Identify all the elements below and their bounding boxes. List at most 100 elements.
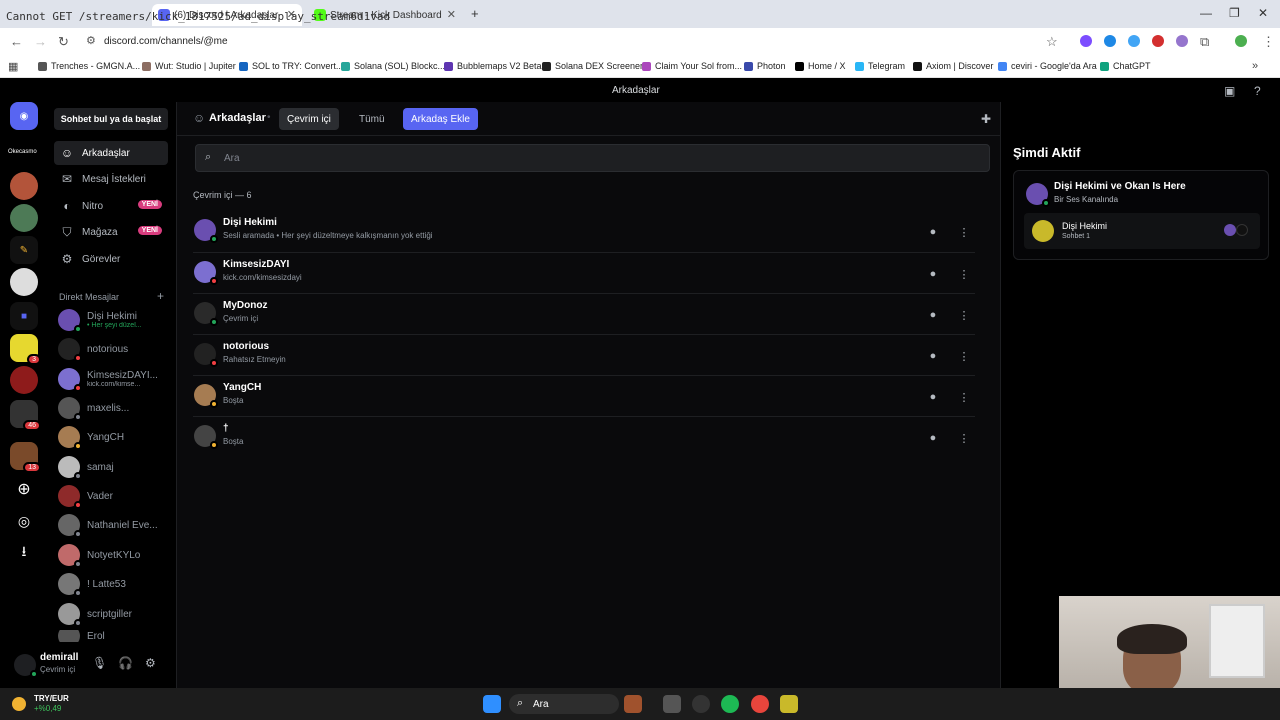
maximize-icon[interactable]: ❐ xyxy=(1229,6,1240,20)
extension-icon[interactable] xyxy=(1128,35,1140,47)
dm-item[interactable]: NotyetKYLo xyxy=(58,542,170,568)
windows-start-icon[interactable] xyxy=(483,695,501,713)
app-icon[interactable] xyxy=(780,695,798,713)
server-icon[interactable] xyxy=(10,204,38,232)
new-dm-plus-icon[interactable]: + xyxy=(157,289,164,303)
nav-quests[interactable]: ⚙ Görevler xyxy=(54,247,168,271)
friend-row[interactable]: YangCH Boşta ● ⋮ xyxy=(193,375,975,416)
minimize-icon[interactable]: — xyxy=(1200,6,1212,20)
dm-item[interactable]: YangCH xyxy=(58,424,170,450)
more-options-icon[interactable]: ⋮ xyxy=(953,345,975,367)
extensions-puzzle-icon[interactable]: ⧉ xyxy=(1200,34,1209,50)
friend-row[interactable]: notorious Rahatsız Etmeyin ● ⋮ xyxy=(193,334,975,375)
friend-row[interactable]: † Boşta ● ⋮ xyxy=(193,416,975,457)
message-bubble-icon[interactable]: ● xyxy=(922,263,944,285)
back-icon[interactable]: ← xyxy=(10,34,23,49)
menu-kebab-icon[interactable]: ⋮ xyxy=(1262,34,1275,50)
nav-nitro[interactable]: ◐ Nitro YENİ xyxy=(54,194,168,218)
close-tab-icon[interactable]: ✕ xyxy=(447,8,456,21)
apps-grid-icon[interactable]: ▦ xyxy=(8,60,18,73)
more-options-icon[interactable]: ⋮ xyxy=(953,386,975,408)
obs-icon[interactable] xyxy=(692,695,710,713)
find-conversation-button[interactable]: Sohbet bul ya da başlat xyxy=(54,108,168,130)
bookmark-star-icon[interactable]: ☆ xyxy=(1046,34,1058,50)
pencil-icon[interactable]: ✎ xyxy=(10,236,38,264)
spotify-icon[interactable] xyxy=(721,695,739,713)
voice-channel-box[interactable]: Dişi Hekimi Sohbet 1 xyxy=(1024,213,1260,249)
task-view-icon[interactable] xyxy=(663,695,681,713)
discover-compass-icon[interactable]: ◎ xyxy=(10,507,38,535)
headphones-icon[interactable]: 🎧 xyxy=(118,656,133,670)
bookmark-item[interactable]: SOL to TRY: Convert... xyxy=(239,61,343,71)
dm-item[interactable]: Vader xyxy=(58,483,170,509)
nav-message-requests[interactable]: ✉ Mesaj İstekleri xyxy=(54,167,168,191)
nav-friends[interactable]: ☺ Arkadaşlar xyxy=(54,141,168,165)
help-icon[interactable]: ? xyxy=(1254,84,1261,98)
dm-item[interactable]: Nathaniel Eve... xyxy=(58,512,170,538)
dm-item[interactable]: samaj xyxy=(58,454,170,480)
stock-widget-icon[interactable] xyxy=(12,697,26,711)
dm-item[interactable]: Erol xyxy=(58,630,170,642)
dm-item[interactable]: scriptgiller xyxy=(58,601,170,627)
profile-avatar[interactable] xyxy=(1235,35,1247,47)
bookmark-item[interactable]: ceviri - Google'da Ara xyxy=(998,61,1097,71)
new-tab-icon[interactable]: + xyxy=(471,6,479,21)
server-icon[interactable] xyxy=(10,172,38,200)
message-bubble-icon[interactable]: ● xyxy=(922,221,944,243)
add-friend-button[interactable]: Arkadaş Ekle xyxy=(403,108,478,130)
bookmark-item[interactable]: Home / X xyxy=(795,61,846,71)
message-bubble-icon[interactable]: ● xyxy=(922,345,944,367)
search-highlight-icon[interactable] xyxy=(624,695,642,713)
server-icon[interactable] xyxy=(10,366,38,394)
extension-icon[interactable] xyxy=(1152,35,1164,47)
taskbar-search[interactable]: ⌕ Ara xyxy=(509,694,619,714)
more-options-icon[interactable]: ⋮ xyxy=(953,304,975,326)
server-icon[interactable]: 13 xyxy=(10,442,41,473)
bookmark-item[interactable]: Bubblemaps V2 Beta xyxy=(444,61,542,71)
bookmark-item[interactable]: ChatGPT xyxy=(1100,61,1151,71)
nav-shop[interactable]: ⛉ Mağaza YENİ xyxy=(54,220,168,244)
forward-icon[interactable]: → xyxy=(34,34,47,49)
download-icon[interactable]: ⭳ xyxy=(10,539,38,567)
url-field[interactable]: discord.com/channels/@me xyxy=(104,36,228,47)
more-options-icon[interactable]: ⋮ xyxy=(953,427,975,449)
dm-item[interactable]: Dişi Hekimi • Her şeyi düzel... xyxy=(58,307,170,333)
new-group-dm-icon[interactable]: ✚ xyxy=(981,112,991,126)
avatar[interactable] xyxy=(14,654,38,678)
bookmark-item[interactable]: Photon xyxy=(744,61,786,71)
bookmark-item[interactable]: Solana (SOL) Blockc... xyxy=(341,61,445,71)
close-window-icon[interactable]: ✕ xyxy=(1258,6,1268,20)
home-discord-icon[interactable]: ◉ xyxy=(10,102,38,130)
bookmark-item[interactable]: Claim Your Sol from... xyxy=(642,61,742,71)
server-icon[interactable]: 3 xyxy=(10,334,41,365)
bookmark-item[interactable]: Solana DEX Screener xyxy=(542,61,643,71)
bookmark-item[interactable]: Axiom | Discover xyxy=(913,61,993,71)
extension-icon[interactable] xyxy=(1176,35,1188,47)
friend-row[interactable]: MyDonoz Çevrim içi ● ⋮ xyxy=(193,293,975,334)
server-icon[interactable] xyxy=(10,268,38,296)
more-options-icon[interactable]: ⋮ xyxy=(953,263,975,285)
friend-row[interactable]: KimsesizDAYI kick.com/kimsesizdayi ● ⋮ xyxy=(193,252,975,293)
message-bubble-icon[interactable]: ● xyxy=(922,304,944,326)
active-now-card[interactable]: Dişi Hekimi ve Okan Is Here Bir Ses Kana… xyxy=(1013,170,1269,260)
bookmark-item[interactable]: Wut: Studio | Jupiter xyxy=(142,61,236,71)
more-options-icon[interactable]: ⋮ xyxy=(953,221,975,243)
bookmark-item[interactable]: Telegram xyxy=(855,61,905,71)
dm-item[interactable]: maxelis... xyxy=(58,395,170,421)
more-bookmarks-icon[interactable]: » xyxy=(1252,60,1258,72)
server-icon[interactable]: 46 xyxy=(10,400,41,431)
message-bubble-icon[interactable]: ● xyxy=(922,427,944,449)
message-bubble-icon[interactable]: ● xyxy=(922,386,944,408)
settings-gear-icon[interactable]: ⚙ xyxy=(145,656,156,670)
microphone-icon[interactable]: 🎙 xyxy=(92,656,107,670)
friend-row[interactable]: Dişi Hekimi Sesli aramada • Her şeyi düz… xyxy=(193,211,975,252)
tab-online[interactable]: Çevrim içi xyxy=(279,108,339,130)
dm-item[interactable]: KimsesizDAYI... kick.com/kimse... xyxy=(58,366,170,392)
folder-icon[interactable]: ■ xyxy=(10,302,38,330)
dm-item[interactable]: notorious xyxy=(58,336,170,362)
tab-all[interactable]: Tümü xyxy=(351,108,393,130)
bookmark-item[interactable]: Trenches - GMGN.A... xyxy=(38,61,140,71)
inbox-icon[interactable]: ▣ xyxy=(1224,84,1235,98)
extension-icon[interactable] xyxy=(1104,35,1116,47)
site-info-icon[interactable]: ⚙ xyxy=(86,34,96,47)
